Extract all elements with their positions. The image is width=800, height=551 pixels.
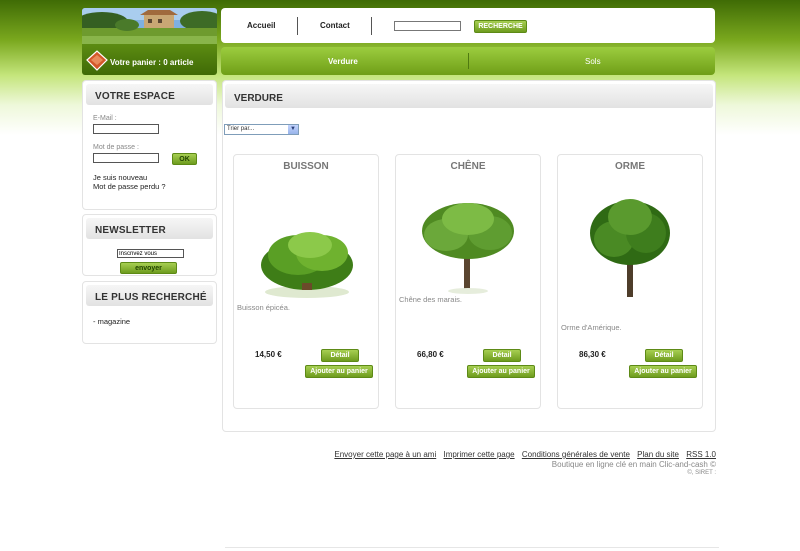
product-listing: VERDURE Trier par... ▼ BUISSON Buisson é…: [222, 80, 716, 432]
login-ok-button[interactable]: OK: [172, 153, 197, 165]
lost-password-link[interactable]: Mot de passe perdu ?: [93, 182, 166, 191]
nav-accueil[interactable]: Accueil: [247, 21, 275, 30]
product-card-chene[interactable]: CHÊNE Chêne des marais. 66,80 € Détail A…: [395, 154, 541, 409]
shopping-bag-icon: [85, 48, 109, 72]
newsletter-submit-button[interactable]: envoyer: [120, 262, 177, 274]
category-separator: [468, 53, 469, 69]
footer-divider: [225, 547, 719, 548]
detail-button[interactable]: Détail: [321, 349, 359, 362]
product-price: 86,30 €: [579, 350, 606, 359]
password-label: Mot de passe :: [93, 144, 139, 151]
product-price: 14,50 €: [255, 350, 282, 359]
popular-item[interactable]: - magazine: [93, 317, 130, 326]
product-card-buisson[interactable]: BUISSON Buisson épicéa. 14,50 € Détail A…: [233, 154, 379, 409]
product-price: 66,80 €: [417, 350, 444, 359]
search-input[interactable]: [394, 21, 461, 31]
nav-separator: [371, 17, 372, 35]
category-nav: Verdure Sols: [221, 47, 715, 75]
popular-box: LE PLUS RECHERCHÉ - magazine: [82, 281, 217, 344]
add-to-cart-button[interactable]: Ajouter au panier: [629, 365, 697, 378]
add-to-cart-button[interactable]: Ajouter au panier: [305, 365, 373, 378]
detail-button[interactable]: Détail: [645, 349, 683, 362]
footer-link-sitemap[interactable]: Plan du site: [637, 450, 679, 459]
newsletter-input[interactable]: [117, 249, 184, 258]
email-label: E-Mail :: [93, 115, 117, 122]
footer-link-rss[interactable]: RSS 1.0: [686, 450, 716, 459]
product-name: ORME: [615, 161, 645, 172]
password-field[interactable]: [93, 153, 159, 163]
category-sols[interactable]: Sols: [585, 57, 601, 66]
footer-link-print[interactable]: Imprimer cette page: [443, 450, 514, 459]
chevron-down-icon: ▼: [288, 125, 298, 134]
newsletter-box: NEWSLETTER envoyer: [82, 214, 217, 276]
account-box: VOTRE ESPACE E-Mail : Mot de passe : OK …: [82, 80, 217, 210]
cart-bar[interactable]: Votre panier : 0 article: [82, 44, 217, 75]
cart-label: Votre panier : 0 article: [110, 58, 194, 67]
footer-tagline: Boutique en ligne clé en main Clic-and-c…: [551, 460, 716, 469]
footer-link-send-friend[interactable]: Envoyer cette page à un ami: [334, 450, 436, 459]
nav-contact[interactable]: Contact: [320, 21, 350, 30]
search-button[interactable]: RECHERCHE: [474, 20, 527, 33]
product-description: Orme d'Amérique.: [561, 323, 622, 332]
product-name: BUISSON: [283, 161, 329, 172]
sort-select[interactable]: Trier par... ▼: [224, 124, 299, 135]
top-nav: Accueil Contact RECHERCHE: [221, 8, 715, 43]
detail-button[interactable]: Détail: [483, 349, 521, 362]
newsletter-title: NEWSLETTER: [86, 218, 213, 239]
category-verdure[interactable]: Verdure: [328, 57, 358, 66]
footer-siret: ©, SIRET :: [687, 470, 716, 476]
product-image-bush[interactable]: [244, 195, 370, 305]
product-image-oak[interactable]: [406, 189, 532, 299]
product-image-elm[interactable]: [568, 187, 694, 304]
account-title: VOTRE ESPACE: [86, 84, 213, 105]
popular-title: LE PLUS RECHERCHÉ: [86, 285, 213, 306]
product-description: Chêne des marais.: [399, 295, 462, 304]
product-card-orme[interactable]: ORME Orme d'Amérique. 86,30 € Détail Ajo…: [557, 154, 703, 409]
add-to-cart-button[interactable]: Ajouter au panier: [467, 365, 535, 378]
footer-link-terms[interactable]: Conditions générales de vente: [522, 450, 630, 459]
product-name: CHÊNE: [450, 161, 486, 172]
sort-selected: Trier par...: [227, 126, 255, 132]
category-title: VERDURE: [225, 84, 713, 108]
new-user-link[interactable]: Je suis nouveau: [93, 173, 147, 182]
footer-links: Envoyer cette page à un ami Imprimer cet…: [300, 450, 716, 459]
nav-separator: [297, 17, 298, 35]
header-photo: [82, 8, 217, 44]
product-description: Buisson épicéa.: [237, 303, 290, 312]
email-field[interactable]: [93, 124, 159, 134]
